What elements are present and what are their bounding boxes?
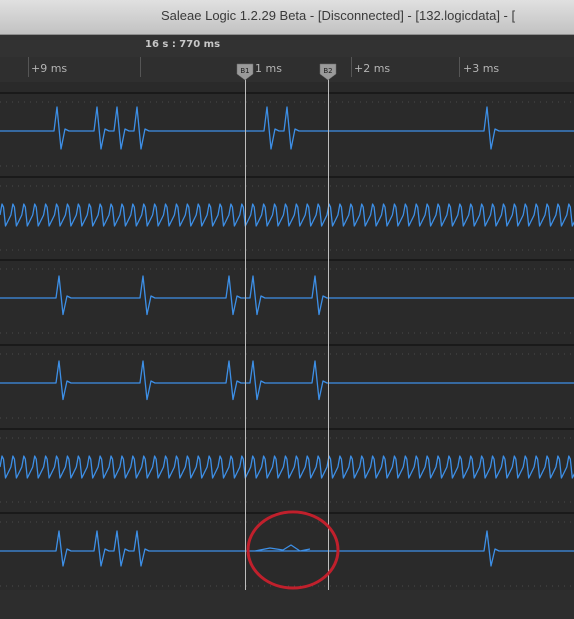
title-bar: Saleae Logic 1.2.29 Beta - [Disconnected… — [0, 0, 574, 35]
reference-time: 16 s : 770 ms — [145, 39, 221, 50]
tick-label-3: +2 ms — [354, 62, 391, 75]
waveform-svg[interactable] — [0, 82, 574, 619]
window-title: Saleae Logic 1.2.29 Beta - [Disconnected… — [161, 8, 516, 23]
tick-mark — [140, 57, 141, 77]
waveform-area[interactable] — [0, 82, 574, 619]
tick-label-4: +3 ms — [463, 62, 500, 75]
tick-mark — [28, 57, 29, 77]
channel-lane-1[interactable] — [0, 92, 574, 174]
channel-lane-2[interactable] — [0, 176, 574, 258]
tick-label-2: 1 ms — [255, 62, 282, 75]
channel-lane-3[interactable] — [0, 259, 574, 341]
bottom-bar — [0, 590, 574, 619]
tick-label-1: +9 ms — [31, 62, 68, 75]
channel-lane-6[interactable] — [0, 512, 574, 594]
channel-lane-5[interactable] — [0, 428, 574, 510]
time-reference-bar: 16 s : 770 ms — [0, 35, 574, 58]
tick-mark — [351, 57, 352, 77]
time-ruler[interactable]: +9 ms 1 ms +2 ms +3 ms — [0, 57, 574, 83]
channel-lane-4[interactable] — [0, 344, 574, 426]
tick-mark — [459, 57, 460, 77]
